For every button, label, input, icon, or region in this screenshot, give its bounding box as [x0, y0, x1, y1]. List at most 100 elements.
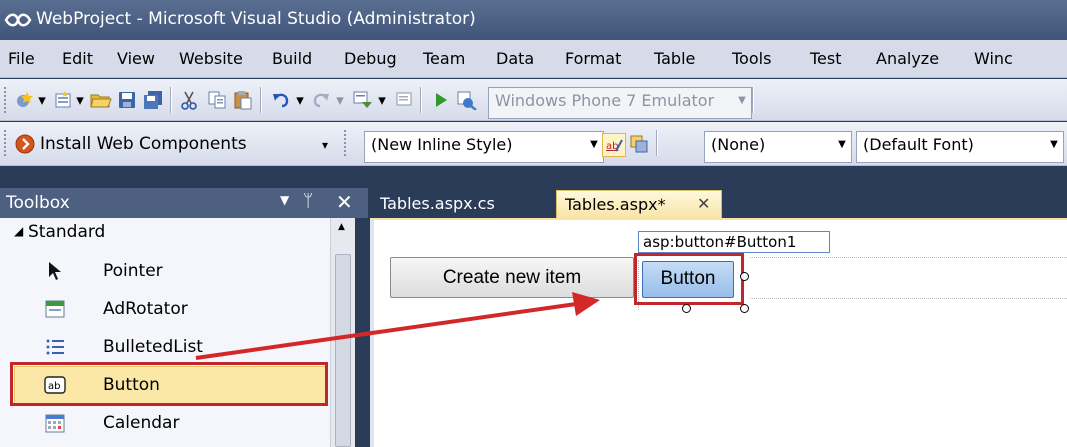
attach-style-sheet-icon[interactable] [628, 133, 650, 155]
toolbar-separator [656, 130, 658, 156]
add-item-dropdown-icon[interactable]: ▾ [74, 89, 86, 111]
menu-analyze[interactable]: Analyze [876, 49, 939, 68]
menu-tools[interactable]: Tools [732, 49, 771, 68]
tag-navigator-label: asp:button#Button1 [638, 231, 830, 253]
toolbox-scrollbar[interactable]: ▲ [330, 218, 355, 447]
toolbox-item-label: Pointer [103, 261, 163, 281]
paste-icon[interactable] [232, 89, 254, 111]
style-select[interactable]: (New Inline Style) ▼ [364, 131, 604, 163]
auto-hide-pin-icon[interactable]: ᛘ [303, 191, 313, 211]
window-title: WebProject - Microsoft Visual Studio (Ad… [36, 9, 476, 29]
menu-window[interactable]: Winc [974, 49, 1013, 68]
chevron-down-icon: ▼ [838, 139, 846, 150]
font-select[interactable]: (Default Font) ▼ [856, 131, 1064, 163]
target-device-value: Windows Phone 7 Emulator [495, 91, 715, 110]
resize-handle-right[interactable] [740, 272, 749, 281]
toolbar-separator [420, 87, 422, 113]
font-value: (Default Font) [863, 135, 974, 154]
toolbar-separator [260, 87, 262, 113]
tab-tables-aspx[interactable]: Tables.aspx* ✕ [556, 190, 722, 220]
tab-label: Tables.aspx* [565, 195, 666, 214]
toolbox-item-pointer[interactable]: Pointer [0, 252, 330, 290]
new-project-dropdown-icon[interactable]: ▾ [36, 89, 48, 111]
open-folder-icon[interactable] [90, 89, 112, 111]
redo-icon[interactable] [310, 89, 332, 111]
menu-format[interactable]: Format [565, 49, 621, 68]
chevron-down-icon: ▼ [1050, 139, 1058, 150]
scrollbar-thumb[interactable] [335, 254, 351, 447]
undo-icon[interactable] [270, 89, 292, 111]
undo-dropdown-icon[interactable]: ▾ [294, 89, 306, 111]
resize-handle-corner[interactable] [740, 304, 749, 313]
design-surface[interactable]: asp:button#Button1 Create new item Butto… [370, 220, 1067, 447]
create-new-item-button[interactable]: Create new item [390, 257, 634, 298]
toolbox-item-adrotator[interactable]: AdRotator [0, 290, 330, 328]
window-position-dropdown-icon[interactable]: ▼ [280, 193, 289, 207]
menu-debug[interactable]: Debug [344, 49, 397, 68]
copy-icon[interactable] [206, 89, 228, 111]
apply-style-icon[interactable]: ab [602, 133, 626, 157]
toolbox-item-label: Calendar [103, 413, 180, 433]
toolbox-button-highlight [10, 362, 328, 406]
close-icon[interactable]: ✕ [697, 194, 710, 213]
navigate-backward-icon[interactable] [352, 89, 374, 111]
cut-icon[interactable] [178, 89, 200, 111]
tab-tables-aspx-cs[interactable]: Tables.aspx.cs [368, 190, 528, 220]
save-all-icon[interactable] [142, 89, 164, 111]
toolbox-title: Toolbox [6, 193, 70, 213]
menu-test[interactable]: Test [810, 49, 842, 68]
menu-edit[interactable]: Edit [62, 49, 93, 68]
toolbar-grip[interactable] [4, 130, 9, 156]
redo-dropdown-icon[interactable]: ▾ [334, 89, 346, 111]
new-project-icon[interactable] [14, 89, 36, 111]
pointer-arrow-icon [44, 260, 66, 282]
start-debugging-icon[interactable] [430, 89, 452, 111]
target-rule-value: (None) [711, 135, 766, 154]
target-device-select[interactable]: Windows Phone 7 Emulator ▼ [488, 87, 752, 119]
target-rule-select[interactable]: (None) ▼ [704, 131, 852, 163]
toolbox-item-calendar[interactable]: Calendar [0, 404, 330, 442]
resize-handle-bottom[interactable] [682, 304, 691, 313]
toolbar-separator [752, 87, 754, 113]
toolbar-grip[interactable] [4, 87, 9, 113]
toolbar-divider [0, 167, 1067, 188]
scroll-up-arrow-icon[interactable]: ▲ [338, 222, 345, 232]
adrotator-icon [44, 298, 66, 320]
new-asp-button[interactable]: Button [642, 261, 734, 298]
save-icon[interactable] [116, 89, 138, 111]
toolbar-grip[interactable] [344, 130, 349, 156]
menu-view[interactable]: View [117, 49, 155, 68]
toolbox-item-bulletedlist[interactable]: BulletedList [0, 328, 330, 366]
navigate-dropdown-icon[interactable]: ▾ [376, 89, 388, 111]
tab-label: Tables.aspx.cs [380, 194, 495, 213]
toolbox-panel: ◢ Standard Pointer AdRotator BulletedLis… [0, 218, 355, 447]
toolbox-item-label: BulletedList [103, 337, 203, 357]
chevron-down-icon: ▼ [590, 139, 598, 150]
title-bar: WebProject - Microsoft Visual Studio (Ad… [0, 0, 1067, 40]
install-web-components-button[interactable]: Install Web Components [40, 134, 247, 154]
close-icon[interactable]: ✕ [336, 190, 353, 214]
toolbox-group-standard[interactable]: ◢ Standard [0, 218, 330, 248]
navigate-forward-icon[interactable] [394, 89, 416, 111]
toolbar-overflow-icon[interactable]: ▾ [318, 134, 332, 156]
menu-build[interactable]: Build [272, 49, 312, 68]
add-item-icon[interactable] [52, 89, 74, 111]
menu-team[interactable]: Team [423, 49, 465, 68]
solution-configuration-icon[interactable] [456, 89, 478, 111]
document-tab-strip: Tables.aspx.cs Tables.aspx* ✕ [368, 188, 1067, 220]
menu-bar: File Edit View Website Build Debug Team … [0, 40, 1067, 78]
style-value: (New Inline Style) [371, 135, 513, 154]
menu-table[interactable]: Table [654, 49, 695, 68]
guide-line-top [750, 257, 1067, 258]
menu-file[interactable]: File [8, 49, 35, 68]
formatting-toolbar: Install Web Components ▾ (New Inline Sty… [0, 122, 1067, 166]
standard-toolbar: ▾ ▾ ▾ ▾ ▾ Windows Phone 7 Emulator ▼ [0, 79, 1067, 121]
install-web-components-icon [14, 133, 36, 155]
visual-studio-logo-icon [4, 13, 32, 27]
bulleted-list-icon [44, 336, 66, 358]
toolbox-group-label: Standard [28, 222, 106, 242]
menu-website[interactable]: Website [179, 49, 243, 68]
toolbar-separator [170, 87, 172, 113]
menu-data[interactable]: Data [496, 49, 534, 68]
calendar-icon [44, 412, 66, 434]
